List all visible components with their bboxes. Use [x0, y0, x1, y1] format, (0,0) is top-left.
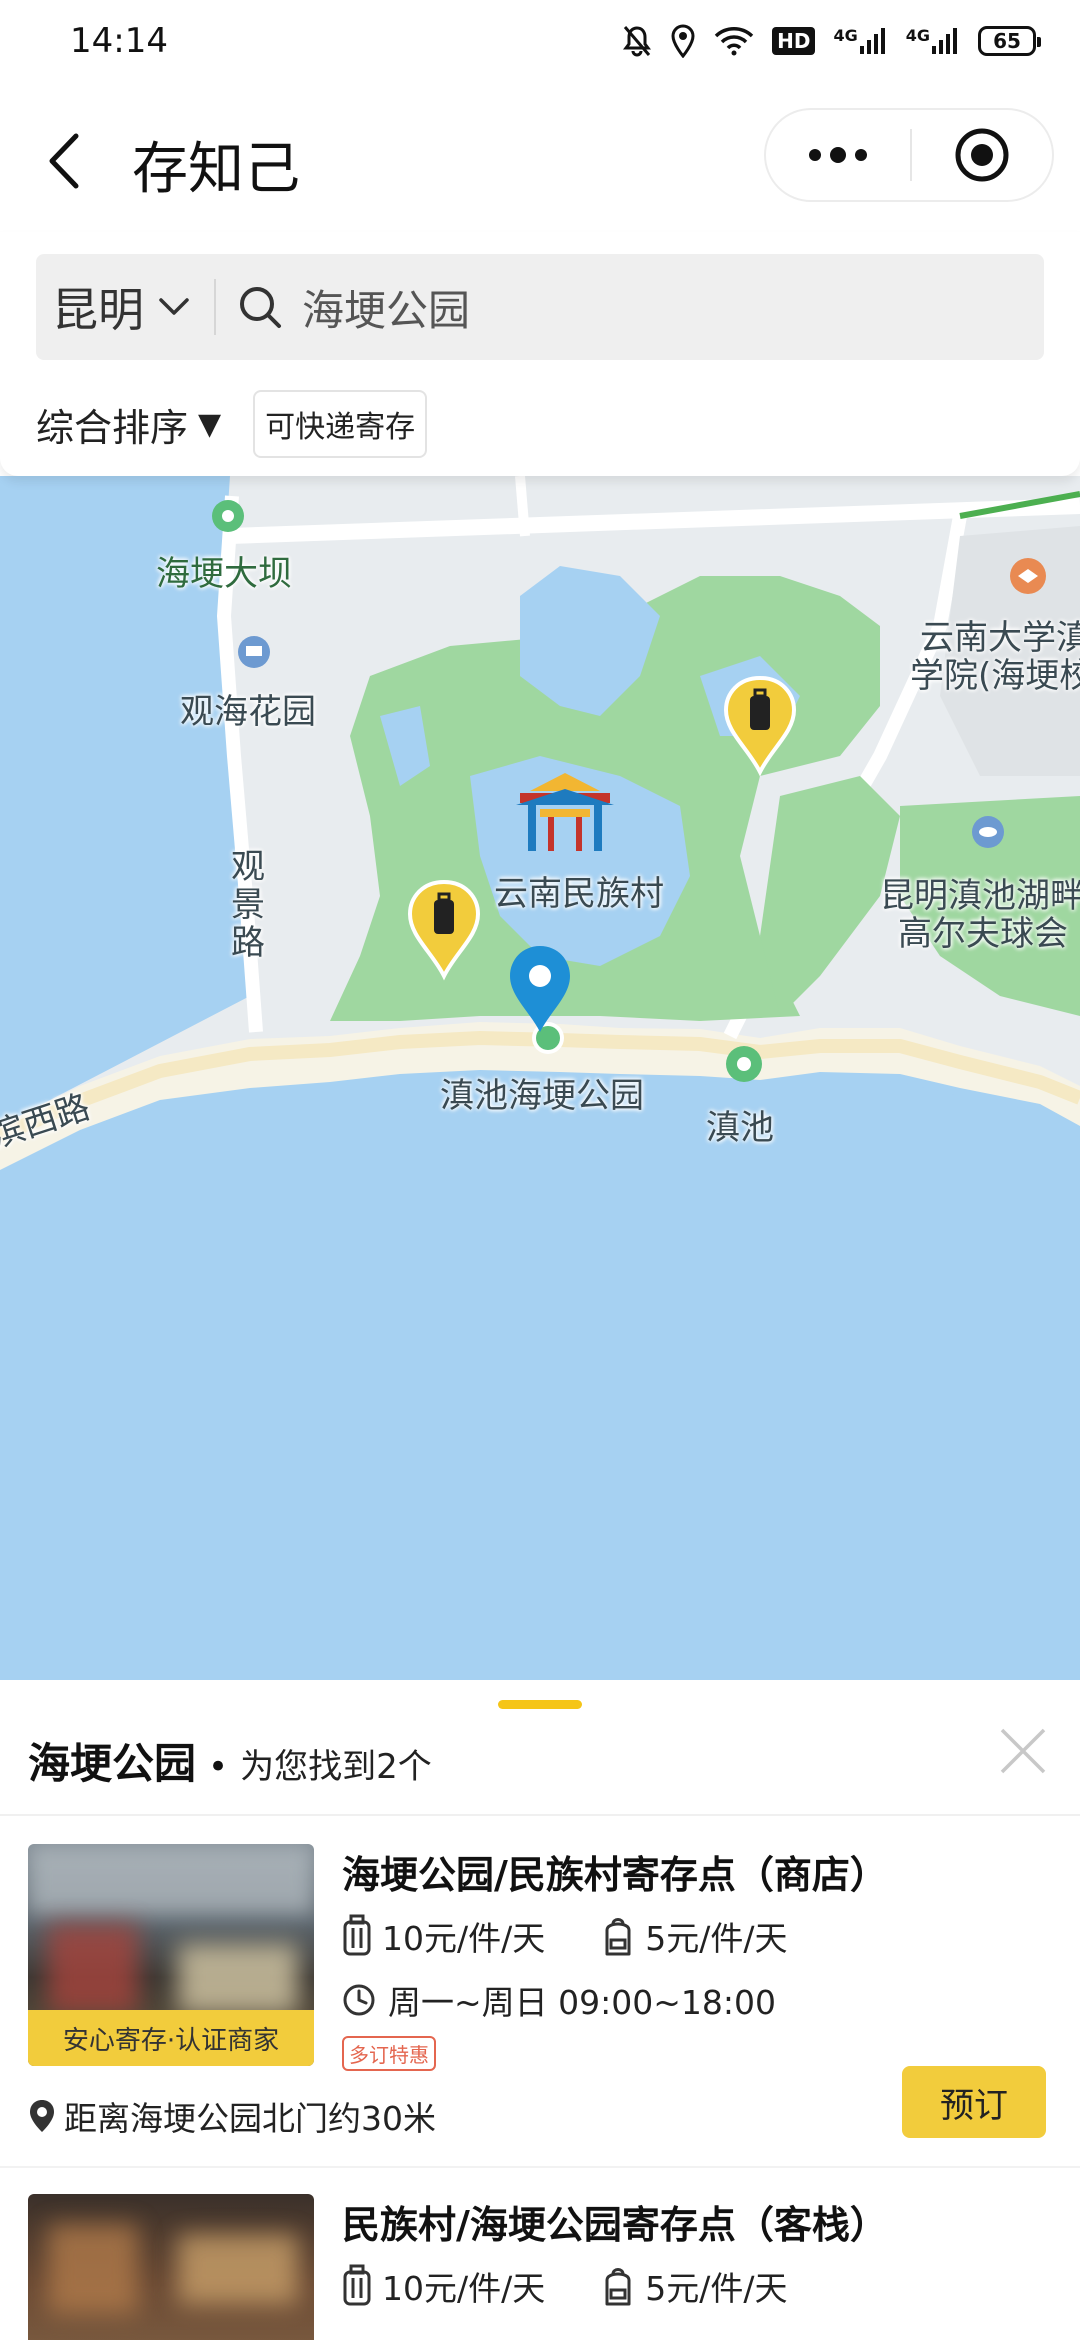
distance-text: 距离海埂公园北门约30米 — [64, 2099, 436, 2138]
bag-price: 5元/件/天 — [645, 2269, 788, 2308]
location-pin-icon — [30, 2100, 54, 2132]
status-icons: HD 4G 4G 65 — [622, 24, 1041, 58]
results-summary: 为您找到2个 — [240, 1747, 432, 1787]
opening-hours: 周一~周日 09:00~18:00 — [388, 1983, 776, 2022]
luggage-icon — [343, 1914, 371, 1956]
backpack-icon — [605, 2268, 631, 2306]
storage-thumbnail — [28, 2194, 314, 2340]
mute-bell-icon — [622, 24, 652, 58]
net-type-label-2: 4G — [905, 26, 930, 45]
map-label-dianchi-haigeng-park: 滇池海埂公园 — [440, 1076, 644, 1116]
triangle-down-icon: ▼ — [198, 406, 222, 442]
results-dot: • — [208, 1747, 229, 1787]
promo-tag: 多订特惠 — [342, 2036, 436, 2071]
map-label-ethnic-village: 云南民族村 — [494, 874, 664, 914]
results-place: 海埂公园 — [28, 1739, 197, 1788]
battery-icon: 65 — [978, 26, 1041, 56]
more-dots-icon — [809, 147, 867, 163]
storage-thumbnail: 安心寄存·认证商家 — [28, 1844, 314, 2066]
map-label-guanhai-garden: 观海花园 — [180, 692, 316, 732]
back-button[interactable] — [40, 126, 100, 196]
status-bar: 14:14 HD 4G 4G 65 — [0, 0, 1080, 82]
map-label-dianchi: 滇池 — [706, 1108, 774, 1148]
map-label-guanjing-road: 观景路 — [231, 847, 265, 963]
price-row: 10元/件/天 5元/件/天 — [342, 2262, 787, 2310]
battery-level: 65 — [993, 29, 1021, 53]
close-sheet-button[interactable] — [998, 1726, 1048, 1776]
results-sheet: 海埂公园 • 为您找到2个 安心寄存·认证商家 海埂公园/民族村寄存点（商店） … — [0, 1680, 1080, 2340]
results-header: 海埂公园 • 为您找到2个 — [28, 1730, 432, 1791]
hours-row: 周一~周日 09:00~18:00 — [342, 1976, 776, 2024]
luggage-icon — [343, 2264, 371, 2306]
express-storage-chip[interactable]: 可快递寄存 — [253, 390, 428, 458]
wifi-icon — [714, 26, 754, 56]
map-view[interactable]: 海埂大坝 观海花园 观景路 云南民族村 滇池海埂公园 滇池 滨西路 云南大学滇 … — [0, 476, 1080, 1680]
item-divider — [0, 2166, 1080, 2168]
search-icon — [240, 287, 281, 328]
close-icon — [1000, 1728, 1046, 1774]
luggage-price: 10元/件/天 — [382, 2269, 546, 2308]
search-panel: 昆明 海埂公园 综合排序 ▼ 可快递寄存 — [0, 232, 1080, 476]
more-button[interactable] — [766, 110, 910, 200]
map-label-haigeng-dam: 海埂大坝 — [156, 554, 292, 594]
signal-4g-icon-2: 4G — [906, 26, 960, 56]
price-row: 10元/件/天 5元/件/天 — [342, 1912, 787, 1960]
book-button[interactable]: 预订 — [902, 2066, 1046, 2138]
location-icon — [670, 24, 696, 58]
sort-dropdown[interactable]: 综合排序 ▼ — [36, 397, 221, 452]
close-miniprogram-button[interactable] — [912, 110, 1052, 200]
target-circle-icon — [955, 128, 1009, 182]
storage-title: 民族村/海埂公园寄存点（客栈） — [342, 2203, 888, 2247]
hd-icon: HD — [772, 27, 816, 55]
city-selector[interactable]: 昆明 — [36, 274, 190, 340]
net-type-label: 4G — [833, 26, 858, 45]
chevron-down-icon — [159, 298, 189, 315]
backpack-icon — [605, 1918, 631, 1956]
search-divider — [214, 279, 216, 335]
miniprogram-capsule — [764, 108, 1054, 202]
search-box: 昆明 海埂公园 — [36, 254, 1044, 360]
verified-badge: 安心寄存·认证商家 — [28, 2010, 314, 2066]
search-input[interactable]: 海埂公园 — [302, 277, 470, 338]
nav-bar: 存知己 — [0, 82, 1080, 232]
city-label: 昆明 — [52, 283, 144, 337]
storage-title: 海埂公园/民族村寄存点（商店） — [342, 1853, 888, 1897]
filter-row: 综合排序 ▼ 可快递寄存 — [36, 390, 428, 458]
page-title: 存知己 — [132, 137, 300, 202]
luggage-price: 10元/件/天 — [382, 1919, 546, 1958]
sheet-drag-handle[interactable] — [498, 1700, 582, 1709]
distance-row: 距离海埂公园北门约30米 — [28, 2092, 436, 2140]
sheet-divider — [0, 1814, 1080, 1816]
signal-4g-icon: 4G — [833, 26, 887, 56]
back-arrow-icon — [49, 133, 79, 189]
map-label-yunnan-univ-line2: 学院(海埂校 — [910, 656, 1080, 696]
status-time: 14:14 — [70, 21, 168, 61]
sort-label: 综合排序 — [36, 405, 189, 450]
bag-price: 5元/件/天 — [645, 1919, 788, 1958]
clock-icon — [343, 1984, 375, 2016]
map-label-golf-line2: 高尔夫球会 — [898, 914, 1068, 954]
